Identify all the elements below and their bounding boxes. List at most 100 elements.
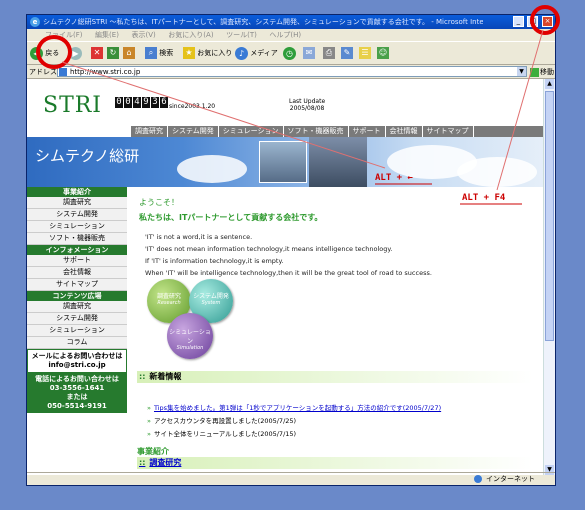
news-item: » Tips集を始めました。第1弾は「1秒でアプリケーションを起動する」方法の紹介…	[147, 402, 441, 415]
menu-view[interactable]: 表示(V)	[131, 31, 155, 39]
vertical-scrollbar[interactable]: ▲ ▼	[543, 79, 555, 475]
banner-title: シムテクノ総研	[35, 147, 140, 165]
highlight-circle-close	[530, 5, 560, 35]
edit-icon: ✎	[341, 47, 353, 59]
gnav-research[interactable]: 調査研究	[131, 126, 168, 137]
counter-since: since2003.1.20	[169, 103, 216, 110]
address-input[interactable]: http://www.stri.co.jp ▼	[57, 66, 527, 77]
tagline: 私たちは、ITパートナーとして貢献する会社です。	[139, 213, 323, 222]
mail-icon: ✉	[303, 47, 315, 59]
gnav-system[interactable]: システム開発	[168, 126, 219, 137]
annotation-alt-left: ALT + ←	[375, 173, 413, 183]
global-nav: 調査研究 システム開発 シミュレーション ソフト・機器販売 サポート 会社情報 サイトマップ	[131, 126, 545, 137]
business-label: 事業紹介	[137, 447, 169, 456]
mail-contact: メールによるお問い合わせは info@stri.co.jp	[27, 349, 127, 373]
site-logo[interactable]: STRI	[43, 93, 102, 118]
address-dropdown-icon[interactable]: ▼	[517, 67, 526, 76]
tel-contact: 電話によるお問い合わせは 03-3556-1641 または 050-5514-9…	[27, 373, 127, 413]
news-list: » Tips集を始めました。第1弾は「1秒でアプリケーションを起動する」方法の紹介…	[147, 402, 441, 441]
page-icon	[59, 68, 67, 76]
sidenav-item-contents-simulation[interactable]: シミュレーション	[27, 325, 127, 337]
arrow-bullet-icon: »	[147, 430, 151, 438]
discuss-button[interactable]: ☰	[359, 46, 371, 61]
edit-button[interactable]: ✎	[341, 46, 353, 61]
banner-photo	[309, 137, 367, 187]
stop-icon: ✕	[91, 47, 103, 59]
status-bar: インターネット	[27, 472, 555, 485]
last-update: Last Update 2005/08/08	[289, 98, 326, 112]
gnav-simulation[interactable]: シミュレーション	[219, 126, 284, 137]
sidenav-head-info: インフォメーション	[27, 245, 127, 255]
history-button[interactable]: ◷	[283, 46, 296, 61]
menu-bar: ファイル(F) 編集(E) 表示(V) お気に入り(A) ツール(T) ヘルプ(…	[27, 29, 555, 41]
sidenav-item-sitemap[interactable]: サイトマップ	[27, 279, 127, 291]
welcome-text: ようこそ！	[139, 198, 179, 207]
messenger-button[interactable]: ☺	[377, 46, 389, 61]
banner-photo	[259, 141, 307, 183]
menu-help[interactable]: ヘルプ(H)	[269, 31, 301, 39]
toolbar: ◀ 戻る ▶ ✕ ↻ ⌂ ⌕ 検索 ★ お気に入り ♪ メディア ◷ ✉ ⎙ ✎…	[27, 41, 555, 65]
sidenav-item-contents-research[interactable]: 調査研究	[27, 301, 127, 313]
sidenav-head-jigyo: 事業紹介	[27, 187, 127, 197]
ie-icon: e	[30, 17, 40, 27]
status-zone: インターネット	[474, 473, 535, 485]
refresh-button[interactable]: ↻	[107, 46, 119, 61]
sidenav-item-software[interactable]: ソフト・機器販売	[27, 233, 127, 245]
go-button[interactable]: 移動	[530, 67, 554, 77]
cloud-decor	[177, 155, 247, 183]
business-research-heading[interactable]: 調査研究	[137, 457, 533, 469]
sidenav-head-contents: コンテンツ広場	[27, 291, 127, 301]
mail-button[interactable]: ✉	[303, 46, 315, 61]
circle-simulation[interactable]: シミュレーション Simulation	[167, 313, 213, 359]
news-item: » アクセスカウンタを再設置しました(2005/7/25)	[147, 417, 297, 425]
gnav-company[interactable]: 会社情報	[386, 126, 423, 137]
arrow-bullet-icon: »	[147, 404, 151, 412]
sidenav-item-column[interactable]: コラム	[27, 337, 127, 349]
favorites-button[interactable]: ★ お気に入り	[183, 46, 232, 61]
media-button[interactable]: ♪ メディア	[235, 46, 278, 61]
news-heading: 新着情報	[137, 371, 533, 383]
scroll-up-icon[interactable]: ▲	[545, 79, 554, 89]
go-arrow-icon	[530, 67, 539, 77]
address-bar: アドレス(D) http://www.stri.co.jp ▼ 移動	[27, 65, 555, 79]
menu-tools[interactable]: ツール(T)	[226, 31, 257, 39]
print-button[interactable]: ⎙	[323, 46, 335, 61]
sidenav-item-company[interactable]: 会社情報	[27, 267, 127, 279]
access-counter: 004936	[115, 97, 168, 108]
star-icon: ★	[183, 47, 195, 59]
address-url: http://www.stri.co.jp	[70, 68, 141, 76]
window-title: シムテクノ総研STRI ～私たちは、ITパートナーとして、調査研究、システム開発…	[43, 18, 483, 26]
annotation-alt-f4: ALT + F4	[462, 193, 506, 203]
sidenav-item-contents-system[interactable]: システム開発	[27, 313, 127, 325]
search-button[interactable]: ⌕ 検索	[145, 46, 173, 61]
scroll-thumb[interactable]	[545, 91, 554, 341]
home-button[interactable]: ⌂	[123, 46, 135, 61]
refresh-icon: ↻	[107, 47, 119, 59]
menu-edit[interactable]: 編集(E)	[95, 31, 119, 39]
history-icon: ◷	[283, 46, 296, 60]
browser-window: e シムテクノ総研STRI ～私たちは、ITパートナーとして、調査研究、システム…	[26, 14, 556, 486]
gnav-support[interactable]: サポート	[349, 126, 386, 137]
business-circles: 調査研究 Research システム開発 System シミュレーション Simula…	[143, 277, 253, 362]
mail-link[interactable]: info@stri.co.jp	[28, 361, 126, 370]
arrow-bullet-icon: »	[147, 417, 151, 425]
media-icon: ♪	[235, 46, 248, 60]
sidenav-item-research[interactable]: 調査研究	[27, 197, 127, 209]
print-icon: ⎙	[323, 47, 335, 59]
search-icon: ⌕	[145, 47, 157, 59]
page-content: STRI 004936 since2003.1.20 Last Update 2…	[27, 79, 545, 475]
sidenav-item-simulation[interactable]: シミュレーション	[27, 221, 127, 233]
highlight-circle-back	[36, 35, 72, 69]
title-bar: e シムテクノ総研STRI ～私たちは、ITパートナーとして、調査研究、システム…	[27, 15, 555, 29]
sidenav-item-system[interactable]: システム開発	[27, 209, 127, 221]
menu-favorites[interactable]: お気に入り(A)	[168, 31, 213, 39]
messenger-icon: ☺	[377, 47, 389, 59]
gnav-software[interactable]: ソフト・機器販売	[284, 126, 349, 137]
news-link[interactable]: Tips集を始めました。第1弾は「1秒でアプリケーションを起動する」方法の紹介で…	[154, 404, 441, 412]
discuss-icon: ☰	[359, 47, 371, 59]
gnav-sitemap[interactable]: サイトマップ	[423, 126, 474, 137]
minimize-button[interactable]: _	[512, 16, 524, 27]
side-nav: 事業紹介 調査研究 システム開発 シミュレーション ソフト・機器販売 インフォメ…	[27, 187, 127, 413]
stop-button[interactable]: ✕	[91, 46, 103, 61]
sidenav-item-support[interactable]: サポート	[27, 255, 127, 267]
